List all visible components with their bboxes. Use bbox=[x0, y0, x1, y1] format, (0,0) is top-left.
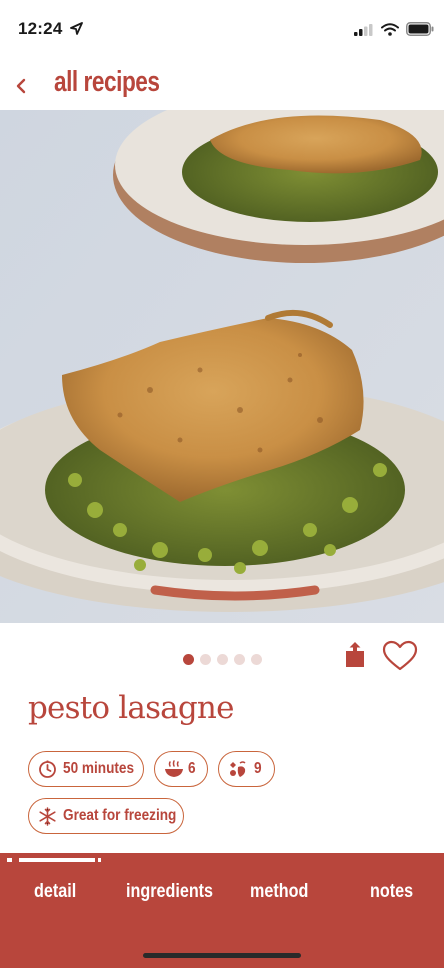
carousel-dot-5[interactable] bbox=[251, 654, 262, 665]
carousel-dot-2[interactable] bbox=[200, 654, 211, 665]
back-link-all-recipes[interactable]: all recipes bbox=[54, 66, 160, 99]
location-arrow-icon bbox=[70, 22, 83, 35]
snowflake-icon bbox=[39, 807, 56, 826]
carousel-dot-4[interactable] bbox=[234, 654, 245, 665]
battery-icon bbox=[406, 22, 434, 36]
share-button[interactable] bbox=[342, 641, 368, 669]
cellular-signal-icon bbox=[354, 24, 373, 36]
tab-notes[interactable]: notes bbox=[370, 881, 413, 903]
home-indicator bbox=[143, 953, 301, 958]
carousel-dot-1[interactable] bbox=[183, 654, 194, 665]
tab-ingredients[interactable]: ingredients bbox=[126, 881, 213, 903]
recipe-hero-image[interactable] bbox=[0, 110, 444, 623]
wifi-icon bbox=[381, 23, 399, 36]
freezing-tag-chip: Great for freezing bbox=[28, 798, 184, 834]
nav-header: all recipes bbox=[0, 60, 444, 106]
ingredients-count-text: 9 bbox=[254, 760, 262, 777]
tab-method[interactable]: method bbox=[250, 881, 308, 903]
recipe-title: pesto lasagne bbox=[28, 690, 234, 726]
cook-time-text: 50 minutes bbox=[63, 760, 135, 777]
bowl-icon bbox=[165, 760, 183, 777]
active-tab-indicator bbox=[7, 858, 101, 862]
freezing-tag-text: Great for freezing bbox=[63, 807, 177, 824]
servings-chip: 6 bbox=[154, 751, 208, 787]
chevron-left-icon bbox=[16, 78, 26, 94]
favorite-button[interactable] bbox=[382, 640, 418, 672]
share-icon bbox=[346, 642, 364, 667]
heart-icon bbox=[382, 640, 418, 671]
vegetables-icon bbox=[230, 761, 246, 777]
carousel-dot-3[interactable] bbox=[217, 654, 228, 665]
status-time: 12:24 bbox=[18, 19, 63, 38]
tab-detail[interactable]: detail bbox=[34, 881, 76, 903]
recipe-tab-bar: detail ingredients method notes bbox=[0, 853, 444, 968]
timer-icon bbox=[39, 760, 56, 778]
cook-time-chip: 50 minutes bbox=[28, 751, 144, 787]
lasagne-photo bbox=[0, 110, 444, 623]
servings-text: 6 bbox=[188, 760, 196, 777]
back-button[interactable] bbox=[14, 68, 28, 102]
status-bar: 12:24 bbox=[0, 0, 444, 56]
ingredients-count-chip: 9 bbox=[218, 751, 275, 787]
